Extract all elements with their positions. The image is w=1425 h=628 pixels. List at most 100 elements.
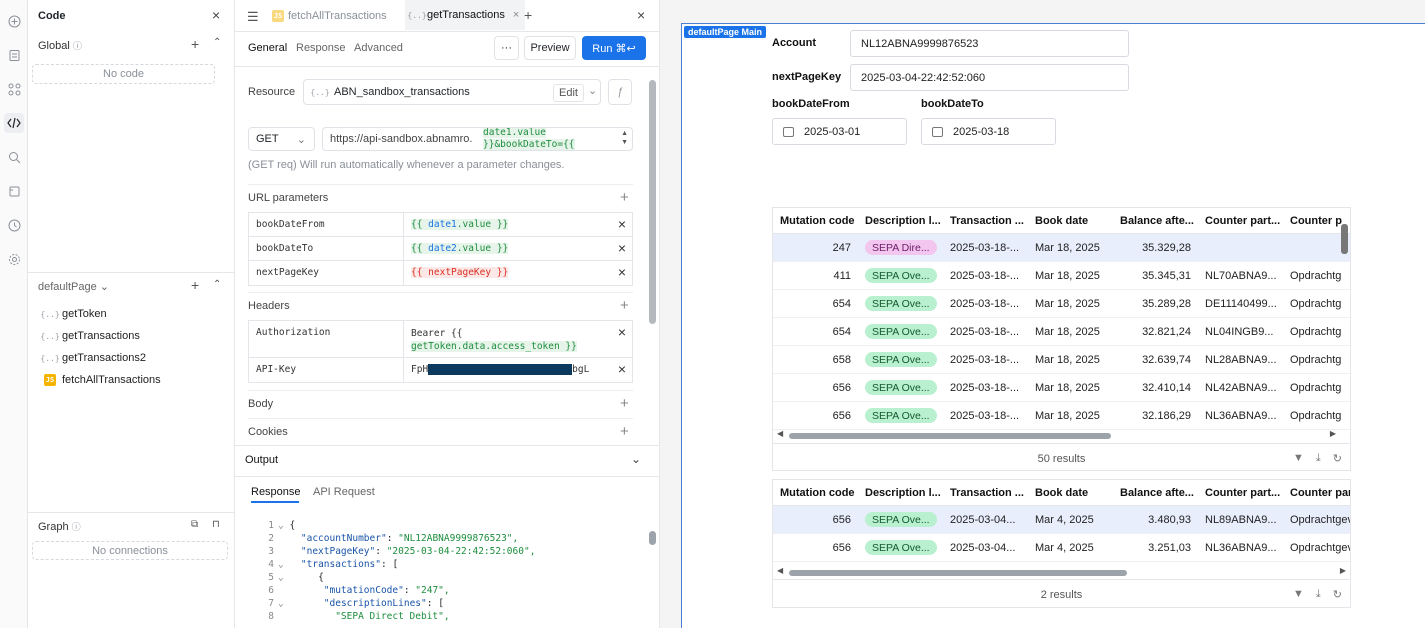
query-item-gettransactions[interactable]: {..} getTransactions	[40, 330, 139, 342]
add-header-icon[interactable]: +	[620, 297, 629, 314]
search-icon[interactable]	[4, 147, 24, 167]
menu-icon[interactable]: ☰	[247, 9, 259, 25]
col-transaction[interactable]: Transaction ...	[950, 487, 1028, 499]
pages-icon[interactable]	[4, 45, 24, 65]
header-key[interactable]: API-Key	[256, 364, 296, 375]
col-book-date[interactable]: Book date	[1035, 487, 1113, 499]
table-row[interactable]: 247 SEPA Dire... 2025-03-18-... Mar 18, 202…	[773, 234, 1350, 262]
components-icon[interactable]	[4, 79, 24, 99]
edit-resource-button[interactable]: Edit	[553, 84, 584, 102]
table-row[interactable]: 411 SEPA Ove... 2025-03-18-... Mar 18, 2025…	[773, 262, 1350, 290]
query-item-fetchalltransactions[interactable]: JS fetchAllTransactions	[44, 374, 161, 386]
param-value[interactable]: {{ date2.value }}	[403, 237, 613, 260]
download-icon[interactable]: ⤓	[1316, 588, 1321, 601]
col-mutation-code[interactable]: Mutation code	[780, 215, 858, 227]
tab-advanced[interactable]: Advanced	[354, 42, 403, 54]
code-icon[interactable]	[4, 113, 24, 133]
table-row[interactable]: 656 SEPA Ove... 2025-03-04... Mar 4, 2025 3.…	[773, 534, 1350, 562]
table-row[interactable]: 654 SEPA Ove... 2025-03-18-... Mar 18, 2025…	[773, 318, 1350, 346]
param-key[interactable]: bookDateFrom	[256, 219, 325, 230]
header-value[interactable]: FpH bgL	[403, 358, 613, 382]
col-counterparty-account[interactable]: Counter part...	[1205, 487, 1283, 499]
method-select[interactable]: GET ⌄	[248, 127, 315, 151]
param-key[interactable]: bookDateTo	[256, 243, 313, 254]
output-scrollbar[interactable]	[649, 519, 656, 624]
col-mutation-code[interactable]: Mutation code	[780, 487, 858, 499]
sort-icon[interactable]: ⌃	[213, 279, 221, 290]
tab-gettransactions[interactable]: {..} getTransactions ×	[405, 0, 526, 30]
download-icon[interactable]: ⤓	[1316, 452, 1321, 465]
frame-label[interactable]: defaultPage Main	[684, 26, 767, 38]
col-description[interactable]: Description l...	[865, 215, 943, 227]
col-balance[interactable]: Balance afte...	[1120, 215, 1198, 227]
table-row[interactable]: 656 SEPA Ove... 2025-03-04... Mar 4, 2025 3.…	[773, 506, 1350, 534]
add-cookie-icon[interactable]: +	[620, 423, 629, 440]
lock-icon[interactable]: ⊓	[212, 519, 220, 530]
remove-param-icon[interactable]: ×	[618, 216, 626, 232]
header-key[interactable]: Authorization	[256, 327, 330, 338]
remove-header-icon[interactable]: ×	[618, 324, 626, 340]
close-tab-icon[interactable]: ×	[513, 9, 519, 21]
col-counterparty-account[interactable]: Counter part...	[1205, 215, 1283, 227]
filter-icon[interactable]: ▼	[1293, 588, 1304, 601]
add-global-icon[interactable]: +	[191, 36, 199, 52]
settings-gear-icon[interactable]	[4, 249, 24, 269]
table-row[interactable]: 658 SEPA Ove... 2025-03-18-... Mar 18, 2025…	[773, 346, 1350, 374]
function-icon[interactable]: ƒ	[608, 79, 632, 105]
nextpagekey-input[interactable]: 2025-03-04-22:42:52:060	[850, 64, 1129, 91]
table-vscroll[interactable]	[1341, 218, 1348, 428]
table-row[interactable]: 656 SEPA Ove... 2025-03-18-... Mar 18, 2025…	[773, 374, 1350, 402]
remove-header-icon[interactable]: ×	[618, 361, 626, 377]
remove-param-icon[interactable]: ×	[618, 240, 626, 256]
bookdatefrom-input[interactable]: 2025-03-01	[772, 118, 907, 145]
close-icon[interactable]: ×	[637, 7, 645, 23]
col-counterparty-name[interactable]: Counter part	[1290, 487, 1350, 499]
table-row[interactable]: 654 SEPA Ove... 2025-03-18-... Mar 18, 2025…	[773, 290, 1350, 318]
col-description[interactable]: Description l...	[865, 487, 943, 499]
chevron-down-icon[interactable]: ⌄	[631, 452, 641, 466]
url-stepper-icon[interactable]: ▲ ▼	[621, 129, 628, 147]
account-input[interactable]: NL12ABNA9999876523	[850, 30, 1129, 57]
remove-param-icon[interactable]: ×	[618, 264, 626, 280]
tab-response[interactable]: Response	[296, 42, 346, 54]
add-query-icon[interactable]: +	[191, 277, 199, 293]
table-hscroll[interactable]: ◀ ▶	[773, 429, 1350, 443]
tab-response-output[interactable]: Response	[251, 486, 301, 498]
refresh-icon[interactable]: ↻	[1333, 588, 1342, 601]
col-book-date[interactable]: Book date	[1035, 215, 1113, 227]
tab-api-request[interactable]: API Request	[313, 486, 375, 498]
add-param-icon[interactable]: +	[620, 189, 629, 206]
add-body-icon[interactable]: +	[620, 395, 629, 412]
url-input[interactable]: https://api-sandbox.abnamro. date1.value…	[322, 127, 633, 151]
header-value[interactable]: Bearer {{getToken.data.access_token }}	[403, 321, 613, 357]
query-item-gettoken[interactable]: {..} getToken	[40, 308, 106, 320]
resource-select[interactable]: {..} ABN_sandbox_transactions Edit ⌄	[303, 79, 601, 105]
expand-collapse-icon[interactable]: ⌃	[213, 37, 221, 48]
add-tab-icon[interactable]: +	[524, 7, 532, 23]
query-item-gettransactions2[interactable]: {..} getTransactions2	[40, 352, 146, 364]
page-selector[interactable]: defaultPage ⌄	[38, 280, 109, 293]
tab-general[interactable]: General	[248, 42, 287, 54]
editor-scrollbar[interactable]	[649, 70, 656, 440]
param-value[interactable]: {{ date1.value }}	[403, 213, 613, 236]
tab-fetchalltransactions[interactable]: JS fetchAllTransactions	[272, 0, 387, 32]
table-row[interactable]: 656 SEPA Ove... 2025-03-18-... Mar 18, 2025…	[773, 402, 1350, 430]
more-options-button[interactable]: ···	[494, 36, 519, 60]
preview-button[interactable]: Preview	[524, 36, 576, 60]
run-button[interactable]: Run ⌘↩	[582, 36, 646, 60]
col-balance[interactable]: Balance afte...	[1120, 487, 1198, 499]
state-icon[interactable]	[4, 181, 24, 201]
param-value[interactable]: {{ nextPageKey }}	[403, 261, 613, 285]
bookdateto-input[interactable]: 2025-03-18	[921, 118, 1056, 145]
param-key[interactable]: nextPageKey	[256, 267, 319, 278]
filter-icon[interactable]: ▼	[1293, 452, 1304, 465]
refresh-icon[interactable]: ↻	[1333, 452, 1342, 465]
table-hscroll[interactable]: ◀ ▶	[773, 566, 1350, 580]
history-icon[interactable]	[4, 215, 24, 235]
col-transaction[interactable]: Transaction ...	[950, 215, 1028, 227]
cell-counterparty-account: DE11140499...	[1205, 298, 1277, 310]
add-circle-icon[interactable]	[4, 11, 24, 31]
close-icon[interactable]: ×	[212, 7, 220, 23]
copy-icon[interactable]: ⧉	[191, 519, 198, 530]
col-counterparty-name[interactable]: Counter p	[1290, 215, 1345, 227]
